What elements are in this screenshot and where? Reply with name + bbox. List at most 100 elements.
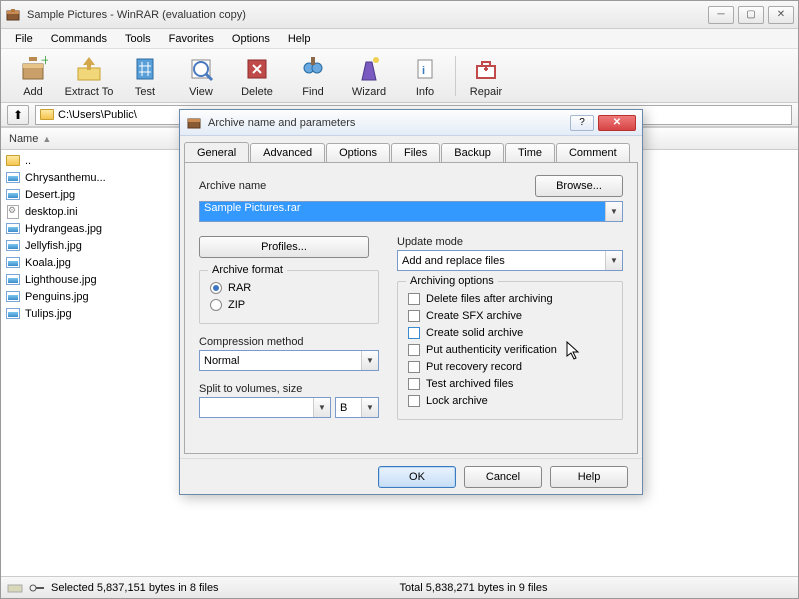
status-selected: Selected 5,837,151 bytes in 8 files: [51, 582, 219, 594]
compression-combo[interactable]: Normal ▼: [199, 350, 379, 371]
file-name: Jellyfish.jpg: [25, 240, 82, 252]
picture-icon: [5, 222, 21, 236]
toolbar-info-label: Info: [416, 86, 434, 98]
path-text: C:\Users\Public\: [58, 109, 137, 121]
file-name: Penguins.jpg: [25, 291, 89, 303]
compression-value: Normal: [200, 355, 361, 367]
cancel-button[interactable]: Cancel: [464, 466, 542, 488]
menu-options[interactable]: Options: [224, 31, 278, 47]
menu-commands[interactable]: Commands: [43, 31, 115, 47]
check-auth[interactable]: Put authenticity verification: [408, 341, 612, 358]
archive-name-label: Archive name: [199, 180, 266, 192]
radio-zip[interactable]: ZIP: [210, 296, 368, 313]
check-auth-label: Put authenticity verification: [426, 344, 557, 356]
tab-comment[interactable]: Comment: [556, 143, 630, 162]
archive-name-input[interactable]: Sample Pictures.rar ▼: [199, 201, 623, 222]
archiving-options-group: Archiving options Delete files after arc…: [397, 281, 623, 420]
sort-indicator-icon: ▲: [42, 134, 51, 144]
split-size-combo[interactable]: ▼: [199, 397, 331, 418]
archive-format-label: Archive format: [208, 264, 287, 276]
update-mode-label: Update mode: [397, 236, 623, 248]
folder-icon: [40, 109, 54, 120]
menu-favorites[interactable]: Favorites: [161, 31, 222, 47]
picture-icon: [5, 273, 21, 287]
archive-format-group: Archive format RAR ZIP: [199, 270, 379, 324]
toolbar-find[interactable]: Find: [285, 51, 341, 101]
check-sfx[interactable]: Create SFX archive: [408, 307, 612, 324]
dialog-close-button[interactable]: ✕: [598, 115, 636, 131]
checkbox-icon: [408, 344, 420, 356]
split-unit-combo[interactable]: B ▼: [335, 397, 379, 418]
menu-file[interactable]: File: [7, 31, 41, 47]
dialog-icon: [186, 115, 202, 131]
toolbar-view[interactable]: View: [173, 51, 229, 101]
picture-icon: [5, 171, 21, 185]
maximize-button[interactable]: ▢: [738, 6, 764, 24]
toolbar-delete[interactable]: Delete: [229, 51, 285, 101]
titlebar: Sample Pictures - WinRAR (evaluation cop…: [1, 1, 798, 29]
compression-label: Compression method: [199, 336, 379, 348]
tab-options[interactable]: Options: [326, 143, 390, 162]
tab-files[interactable]: Files: [391, 143, 440, 162]
dialog-buttons: OK Cancel Help: [180, 458, 642, 494]
radio-zip-label: ZIP: [228, 299, 245, 311]
toolbar-add[interactable]: ＋ Add: [5, 51, 61, 101]
toolbar-info[interactable]: i Info: [397, 51, 453, 101]
tab-advanced[interactable]: Advanced: [250, 143, 325, 162]
menu-tools[interactable]: Tools: [117, 31, 159, 47]
picture-icon: [5, 256, 21, 270]
dropdown-arrow-icon[interactable]: ▼: [361, 351, 378, 370]
file-name: Koala.jpg: [25, 257, 71, 269]
tab-general[interactable]: General: [184, 142, 249, 162]
menu-help[interactable]: Help: [280, 31, 319, 47]
check-test-label: Test archived files: [426, 378, 513, 390]
toolbar-add-label: Add: [23, 86, 43, 98]
dropdown-arrow-icon[interactable]: ▼: [361, 398, 378, 417]
update-mode-value: Add and replace files: [398, 255, 605, 267]
toolbar-test[interactable]: Test: [117, 51, 173, 101]
help-button[interactable]: Help: [550, 466, 628, 488]
up-button[interactable]: ⬆: [7, 105, 29, 125]
toolbar-find-label: Find: [302, 86, 323, 98]
app-icon: [5, 7, 21, 23]
dropdown-arrow-icon[interactable]: ▼: [605, 202, 622, 221]
ok-button[interactable]: OK: [378, 466, 456, 488]
toolbar-repair[interactable]: Repair: [458, 51, 514, 101]
check-delete[interactable]: Delete files after archiving: [408, 290, 612, 307]
check-solid[interactable]: Create solid archive: [408, 324, 612, 341]
profiles-button[interactable]: Profiles...: [199, 236, 369, 258]
check-recovery[interactable]: Put recovery record: [408, 358, 612, 375]
tab-backup[interactable]: Backup: [441, 143, 504, 162]
check-recovery-label: Put recovery record: [426, 361, 522, 373]
toolbar-extract[interactable]: Extract To: [61, 51, 117, 101]
column-name[interactable]: Name ▲: [1, 128, 181, 150]
checkbox-icon: [408, 327, 420, 339]
picture-icon: [5, 307, 21, 321]
check-test[interactable]: Test archived files: [408, 375, 612, 392]
check-lock-label: Lock archive: [426, 395, 488, 407]
close-button[interactable]: ✕: [768, 6, 794, 24]
file-name: Hydrangeas.jpg: [25, 223, 102, 235]
test-icon: [130, 54, 160, 84]
archive-name-value[interactable]: Sample Pictures.rar: [200, 202, 605, 221]
toolbar-view-label: View: [189, 86, 213, 98]
dropdown-arrow-icon[interactable]: ▼: [605, 251, 622, 270]
file-name: Desert.jpg: [25, 189, 75, 201]
dialog-titlebar: Archive name and parameters ? ✕: [180, 110, 642, 136]
wizard-icon: [354, 54, 384, 84]
menubar: File Commands Tools Favorites Options He…: [1, 29, 798, 49]
dialog-help-button[interactable]: ?: [570, 115, 594, 131]
update-mode-combo[interactable]: Add and replace files ▼: [397, 250, 623, 271]
key-icon: [29, 582, 45, 594]
minimize-button[interactable]: ─: [708, 6, 734, 24]
dropdown-arrow-icon[interactable]: ▼: [313, 398, 330, 417]
check-delete-label: Delete files after archiving: [426, 293, 553, 305]
toolbar-wizard[interactable]: Wizard: [341, 51, 397, 101]
check-lock[interactable]: Lock archive: [408, 392, 612, 409]
radio-rar[interactable]: RAR: [210, 279, 368, 296]
browse-button[interactable]: Browse...: [535, 175, 623, 197]
tab-time[interactable]: Time: [505, 143, 555, 162]
statusbar: Selected 5,837,151 bytes in 8 files Tota…: [1, 576, 798, 598]
svg-text:i: i: [422, 65, 425, 77]
toolbar-repair-label: Repair: [470, 86, 502, 98]
